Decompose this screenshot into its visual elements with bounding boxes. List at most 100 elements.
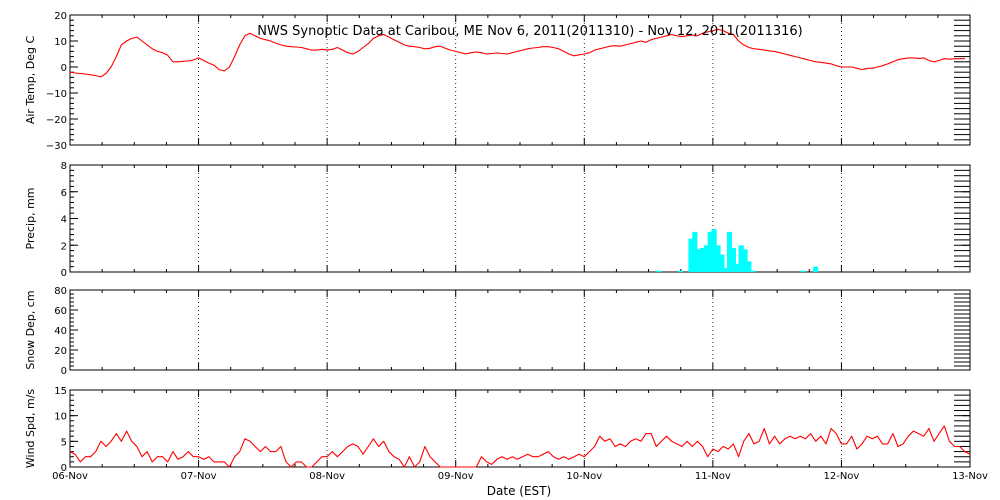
wind-speed-data-point	[126, 430, 127, 432]
air-temp-data-point	[177, 61, 179, 63]
wind-speed-data-point	[841, 443, 842, 445]
wind-speed-data-point	[650, 433, 652, 434]
wind-speed-data-point	[655, 446, 657, 447]
wind-speed-data-point	[604, 441, 606, 442]
precip-y-tick-label: 8	[61, 161, 67, 172]
air-temp-data-point	[887, 63, 889, 65]
x-tick-label: 11-Nov	[695, 471, 731, 482]
air-temp-data-point	[347, 52, 349, 53]
wind-speed-data-point	[522, 456, 523, 458]
air-temp-data-point	[537, 47, 539, 48]
wind-speed-data-point	[866, 435, 868, 437]
wind-speed-data-point	[141, 456, 143, 458]
wind-speed-data-point	[527, 453, 529, 455]
precip-bar	[746, 261, 752, 272]
air-temp-data-point	[280, 44, 282, 46]
wind-speed-data-point	[275, 451, 277, 452]
wind-speed-data-point	[470, 466, 472, 468]
air-temp-data-point	[362, 47, 364, 48]
air-temp-data-point	[419, 47, 421, 48]
precip-y-tick-label: 2	[61, 241, 67, 252]
air-temp-data-point	[753, 48, 755, 50]
wind-speed-data-point	[856, 448, 858, 450]
air-temp-data-point	[208, 62, 210, 64]
wind-speed-data-point	[450, 466, 451, 468]
air-temp-data-point	[193, 59, 194, 61]
air-temp-data-point	[949, 58, 950, 60]
air-temp-data-point	[414, 46, 415, 48]
wind-speed-data-point	[100, 441, 102, 442]
air-temp-data-point	[527, 48, 529, 50]
wind-speed-data-point	[717, 451, 719, 452]
air-temp-data-point	[594, 49, 595, 51]
precip-y-tick-label: 6	[61, 188, 67, 199]
wind-speed-data-point	[234, 456, 235, 458]
wind-speed-data-point	[671, 441, 673, 442]
air-temp-data-point	[218, 69, 220, 70]
snow-depth-y-axis-label: Snow Dep, cm	[24, 290, 37, 369]
air-temp-data-point	[434, 46, 436, 48]
wind-speed-data-point	[383, 441, 385, 442]
wind-speed-data-point	[949, 441, 950, 442]
wind-speed-data-point	[563, 456, 565, 458]
wind-speed-data-point	[830, 428, 832, 429]
air-temp-data-point	[326, 49, 328, 51]
wind-speed-data-point	[871, 438, 873, 440]
wind-speed-data-point	[357, 446, 359, 447]
air-temp-data-point	[635, 42, 637, 43]
wind-speed-data-point	[362, 453, 364, 455]
wind-speed-data-point	[799, 435, 801, 437]
x-tick-label: 13-Nov	[952, 471, 988, 482]
air-temp-data-point	[563, 51, 565, 52]
air-temp-data-point	[223, 70, 225, 72]
wind-speed-data-point	[846, 443, 847, 445]
air-temp-data-point	[306, 48, 307, 50]
wind-speed-data-point	[172, 451, 174, 452]
wind-speed-data-point	[763, 428, 765, 429]
precip-bar	[813, 266, 819, 272]
air-temp-data-point	[100, 76, 102, 78]
air-temp-data-point	[198, 57, 199, 59]
air-temp-data-point	[157, 51, 158, 52]
air-temp-data-point	[126, 40, 127, 42]
air-temp-y-axis-label: Air Temp, Deg C	[24, 36, 37, 125]
wind-speed-data-point	[969, 453, 971, 455]
precip-bar	[656, 270, 662, 272]
wind-speed-data-point	[460, 466, 462, 468]
air-temp-y-tick-label: −20	[46, 115, 67, 126]
air-temp-data-point	[105, 73, 107, 74]
wind-speed-y-tick-label: 10	[54, 412, 67, 423]
air-temp-data-point	[141, 40, 143, 42]
wind-speed-data-point	[727, 448, 729, 450]
wind-speed-data-point	[146, 451, 148, 452]
air-temp-data-point	[789, 55, 791, 56]
air-temp-data-point	[511, 52, 513, 53]
air-temp-data-point	[115, 56, 117, 57]
wind-speed-data-point	[882, 443, 883, 445]
wind-speed-data-point	[686, 441, 688, 442]
snow-depth-y-tick-label: 0	[61, 366, 67, 377]
wind-speed-data-point	[151, 461, 153, 463]
snow-depth-y-tick-label: 20	[54, 346, 67, 357]
air-temp-data-point	[805, 58, 806, 60]
air-temp-data-point	[573, 55, 575, 57]
wind-speed-data-point	[815, 441, 817, 442]
wind-speed-data-point	[193, 456, 194, 458]
x-tick-label: 07-Nov	[181, 471, 217, 482]
wind-speed-data-point	[110, 441, 112, 442]
x-tick-label: 10-Nov	[566, 471, 602, 482]
air-temp-data-point	[542, 46, 544, 48]
wind-speed-data-point	[393, 456, 395, 458]
wind-speed-data-point	[722, 446, 724, 447]
air-temp-data-point	[769, 50, 770, 52]
wind-speed-data-point	[887, 443, 889, 445]
air-temp-data-point	[275, 42, 277, 44]
wind-speed-data-point	[743, 441, 745, 442]
air-temp-data-point	[609, 45, 611, 47]
air-temp-data-point	[738, 40, 739, 42]
air-temp-data-point	[774, 51, 775, 52]
air-temp-data-point	[506, 53, 508, 55]
wind-speed-data-point	[157, 456, 158, 458]
air-temp-data-point	[650, 39, 652, 40]
air-temp-data-point	[784, 53, 786, 55]
